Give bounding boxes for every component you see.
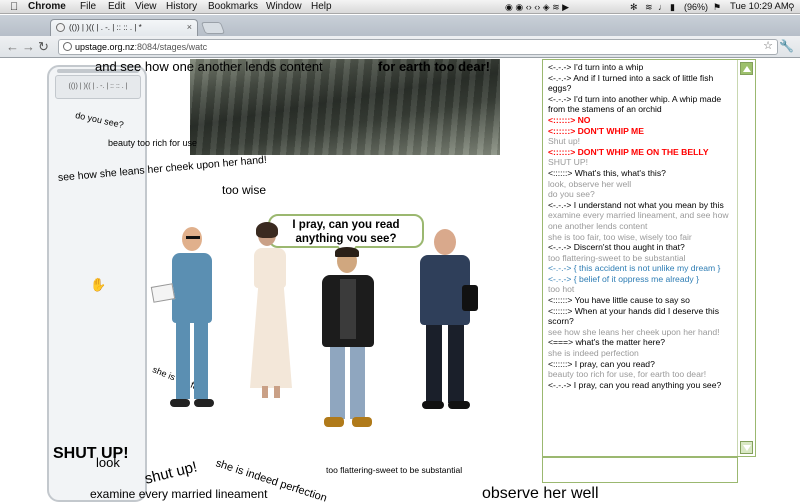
- chat-line: <::::::> When at your hands did I deserv…: [548, 305, 720, 327]
- stage-text: for earth too dear!: [378, 59, 490, 74]
- browser-toolbar: ← → ↻ upstage.org.nz:8084/stages/watc ☆ …: [0, 36, 800, 58]
- chat-line: she is indeed perfection: [548, 348, 639, 359]
- stage-text: shut up!: [142, 458, 199, 488]
- menu-edit[interactable]: Edit: [108, 0, 125, 14]
- menu-bookmarks[interactable]: Bookmarks: [208, 0, 258, 14]
- avatar-doctor[interactable]: [150, 227, 230, 409]
- chat-line: <::::::> What's this, what's this?: [548, 167, 666, 178]
- address-bar[interactable]: upstage.org.nz:8084/stages/watc ☆: [58, 39, 778, 55]
- mac-menu-bar:  Chrome File Edit View History Bookmark…: [0, 0, 800, 14]
- chat-line: <-.-.-> I'd turn into another whip. A wh…: [548, 93, 722, 115]
- tab-title: (()) | )(( | . -. | :: :: . | *: [69, 23, 142, 32]
- chat-panel[interactable]: <-.-.-> I'd turn into a whip <-.-.-> And …: [542, 59, 756, 457]
- chat-line: look, observe her well: [548, 178, 632, 189]
- wrench-icon[interactable]: 🔧: [779, 39, 794, 53]
- wifi-icon[interactable]: ≋: [645, 0, 653, 14]
- chat-line: Shut up!: [548, 136, 581, 147]
- globe-icon: [63, 42, 72, 51]
- hand-cursor-icon: ✋: [90, 277, 107, 292]
- apple-menu-icon[interactable]: : [10, 0, 18, 14]
- sunglasses-icon: [186, 236, 200, 239]
- status-icons: ◉ ◉ ‹› ‹› ◈ ≋ ▶: [505, 2, 570, 12]
- tab-strip: (()) | )(( | . -. | :: :: . | * ×: [0, 15, 800, 36]
- stage-text: too flattering-sweet to be substantial: [326, 465, 463, 475]
- menu-window[interactable]: Window: [266, 0, 302, 14]
- speech-bubble-text: I pray, can you read anything you see?: [292, 219, 400, 245]
- app-menu[interactable]: Chrome: [28, 0, 66, 14]
- chat-scrollbar[interactable]: [737, 60, 755, 456]
- back-icon[interactable]: ←: [6, 39, 19, 55]
- panel-header: (()) | )(( | . -. | :: :: . |: [55, 75, 141, 99]
- battery-percent: (96%): [684, 2, 709, 12]
- chat-line: <===> what's the matter here?: [548, 337, 666, 348]
- chat-log[interactable]: <-.-.-> I'd turn into a whip <-.-.-> And …: [548, 62, 736, 454]
- avatar-woman-white-dress[interactable]: [244, 222, 300, 400]
- battery-icon[interactable]: ▮: [670, 0, 675, 14]
- forward-icon[interactable]: →: [22, 39, 35, 55]
- menu-history[interactable]: History: [166, 0, 197, 14]
- avatar-man-with-bag[interactable]: [410, 229, 482, 413]
- chat-line: <-.-.-> { belief of it oppress me alread…: [548, 273, 699, 284]
- bluetooth-icon[interactable]: ✻: [630, 0, 638, 14]
- stage-text: examine every married lineament: [90, 487, 268, 501]
- browser-tab[interactable]: (()) | )(( | . -. | :: :: . | * ×: [50, 19, 198, 36]
- reload-icon[interactable]: ↻: [38, 39, 49, 55]
- url-host: upstage.org.nz: [75, 42, 135, 52]
- chat-line: SHUT UP!: [548, 157, 588, 168]
- chat-line: <::::::> DON'T WHIP ME: [548, 125, 644, 136]
- chat-line: <::::::> You have little cause to say so: [548, 295, 690, 306]
- menu-help[interactable]: Help: [311, 0, 332, 14]
- stage-text: and see how one another lends content: [95, 59, 323, 74]
- stage-area[interactable]: (()) | )(( | . -. | :: :: . | and see ho…: [0, 59, 800, 502]
- avatar-man-leather-jacket[interactable]: [316, 247, 382, 433]
- chat-line: too hot: [548, 284, 575, 295]
- chat-line: beauty too rich for use, for earth too d…: [548, 369, 707, 380]
- stage-text: look: [96, 455, 120, 470]
- chat-line: see how she leans her cheek upon her han…: [548, 326, 720, 337]
- chat-line: <-.-.-> I'd turn into a whip: [548, 62, 644, 72]
- bookmark-star-icon[interactable]: ☆: [763, 39, 773, 53]
- stage-text: too wise: [222, 183, 267, 197]
- chat-line: <-.-.-> And if I turned into a sack of l…: [548, 72, 714, 94]
- chat-line: do you see?: [548, 189, 595, 200]
- volume-icon[interactable]: ♩: [658, 0, 667, 14]
- flag-icon[interactable]: ⚑: [713, 0, 721, 14]
- bag-icon: [462, 285, 478, 311]
- menu-view[interactable]: View: [135, 0, 157, 14]
- menu-file[interactable]: File: [80, 0, 96, 14]
- new-tab-button[interactable]: [200, 22, 226, 34]
- chat-line: <::::::> NO: [548, 114, 591, 125]
- chat-line: <::::::> I pray, can you read?: [548, 358, 655, 369]
- scroll-up-icon[interactable]: [740, 62, 753, 75]
- chat-input[interactable]: [542, 457, 738, 483]
- chat-line: <-.-.-> I pray, can you read anything yo…: [548, 379, 722, 390]
- stage-text: observe her well: [482, 485, 599, 502]
- chat-line: <::::::> DON'T WHIP ME ON THE BELLY: [548, 146, 709, 157]
- chat-line: examine every married lineament, and see…: [548, 210, 729, 231]
- menubar-clock[interactable]: Tue 10:29 AM: [730, 0, 789, 14]
- chat-line: <-.-.-> { this accident is not unlike my…: [548, 263, 721, 274]
- chat-line: <-.-.-> I understand not what you mean b…: [548, 199, 724, 210]
- chat-line: <-.-.-> Discern'st thou aught in that?: [548, 242, 685, 253]
- spotlight-icon[interactable]: ⚲: [788, 0, 795, 14]
- chat-line: she is too fair, too wise, wisely too fa…: [548, 231, 692, 242]
- tab-favicon-icon: [56, 23, 65, 32]
- stage-text: beauty too rich for use: [108, 138, 198, 148]
- url-path: :8084/stages/watc: [134, 42, 208, 52]
- close-tab-icon[interactable]: ×: [187, 20, 192, 35]
- scroll-down-icon[interactable]: [740, 441, 753, 454]
- chat-line: too flattering-sweet to be substantial: [548, 252, 686, 263]
